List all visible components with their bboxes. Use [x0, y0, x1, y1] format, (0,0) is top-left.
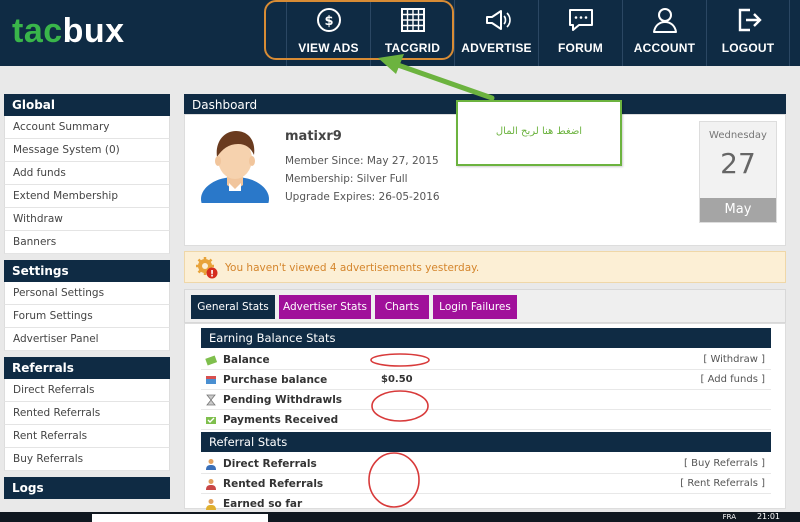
sidebar-item-message-system[interactable]: Message System (0) [4, 139, 170, 162]
nav-forum-label: FORUM [558, 41, 603, 55]
sidebar-group-settings: Settings Personal Settings Forum Setting… [4, 260, 170, 351]
logo-text-bux: bux [62, 12, 125, 50]
tab-general-stats[interactable]: General Stats [191, 295, 275, 319]
sidebar-item-extend-membership[interactable]: Extend Membership [4, 185, 170, 208]
tab-login-failures[interactable]: Login Failures [433, 295, 517, 319]
stat-row-earned-so-far: Earned so far [201, 494, 771, 514]
username: matixr9 [285, 129, 342, 144]
person-icon [206, 459, 216, 470]
alert-text: You haven't viewed 4 advertisements yest… [225, 262, 480, 274]
stat-row-balance: Balance [ Withdraw ] [201, 350, 771, 370]
stats-tabs: General Stats Advertiser Stats Charts Lo… [184, 289, 786, 323]
highlight-annotation [264, 0, 454, 60]
money-icon [205, 355, 217, 366]
rent-referrals-link[interactable]: [ Rent Referrals ] [680, 478, 765, 489]
purchase-icon [206, 376, 216, 384]
person-money-icon [206, 499, 216, 510]
stat-value: $0.50 [381, 374, 413, 385]
withdraw-link[interactable]: [ Withdraw ] [703, 354, 765, 365]
sidebar-group-logs: Logs [4, 477, 170, 499]
date-calendar-widget: Wednesday 27 May [699, 121, 777, 223]
payment-received-icon [206, 417, 216, 424]
person-icon [206, 479, 216, 490]
sidebar-item-rented-referrals[interactable]: Rented Referrals [4, 402, 170, 425]
sidebar-item-buy-referrals[interactable]: Buy Referrals [4, 448, 170, 471]
sidebar-item-advertiser-panel[interactable]: Advertiser Panel [4, 328, 170, 351]
nav-logout-label: LOGOUT [721, 41, 775, 55]
nav-advertise[interactable]: ADVERTISE [454, 0, 538, 66]
nav-account[interactable]: ACCOUNT [622, 0, 706, 66]
sidebar-heading: Settings [4, 260, 170, 282]
stat-label: Direct Referrals [223, 458, 317, 470]
alert-banner: ! You haven't viewed 4 advertisements ye… [184, 251, 786, 283]
stats-panel: Earning Balance Stats Balance [ Withdraw… [184, 323, 786, 510]
page-content: Global Account Summary Message System (0… [0, 66, 800, 512]
sidebar-item-banners[interactable]: Banners [4, 231, 170, 254]
calendar-month: May [700, 198, 776, 222]
taskbar-search-box[interactable] [92, 514, 268, 522]
nav-forum[interactable]: FORUM [538, 0, 622, 66]
megaphone-icon [485, 10, 511, 30]
stat-row-rented-referrals: Rented Referrals [ Rent Referrals ] [201, 474, 771, 494]
nav-account-label: ACCOUNT [633, 41, 696, 55]
annotation-callout: اضغط هنا لربح المال [456, 100, 622, 166]
gear-warning-icon: ! [196, 257, 218, 280]
callout-text: اضغط هنا لربح المال [495, 126, 583, 137]
tacbux-logo[interactable]: tacbux [12, 12, 125, 51]
upgrade-expires: Upgrade Expires: 26-05-2016 [285, 191, 440, 203]
user-icon [652, 8, 677, 33]
stat-label: Payments Received [223, 414, 339, 426]
sidebar-item-forum-settings[interactable]: Forum Settings [4, 305, 170, 328]
stat-label: Pending Withdrawls [223, 394, 343, 406]
avatar [201, 131, 269, 203]
sidebar: Global Account Summary Message System (0… [4, 94, 170, 505]
tab-charts[interactable]: Charts [375, 295, 429, 319]
stat-row-pending-withdrawls: Pending Withdrawls [201, 390, 771, 410]
stat-row-payments-received: Payments Received [201, 410, 771, 430]
stat-label: Rented Referrals [223, 478, 324, 490]
sidebar-item-direct-referrals[interactable]: Direct Referrals [4, 379, 170, 402]
sidebar-group-referrals: Referrals Direct Referrals Rented Referr… [4, 357, 170, 471]
sidebar-item-account-summary[interactable]: Account Summary [4, 116, 170, 139]
nav-logout[interactable]: LOGOUT [706, 0, 790, 66]
svg-text:!: ! [210, 270, 214, 280]
section-referral-stats: Referral Stats [201, 432, 771, 452]
buy-referrals-link[interactable]: [ Buy Referrals ] [684, 458, 765, 469]
stat-row-direct-referrals: Direct Referrals [ Buy Referrals ] [201, 454, 771, 474]
stat-row-purchase-balance: Purchase balance $0.50 [ Add funds ] [201, 370, 771, 390]
member-since: Member Since: May 27, 2015 [285, 155, 439, 167]
membership-type: Membership: Silver Full [285, 173, 408, 185]
add-funds-link[interactable]: [ Add funds ] [701, 374, 765, 385]
tab-advertiser-stats[interactable]: Advertiser Stats [279, 295, 371, 319]
sidebar-heading: Referrals [4, 357, 170, 379]
calendar-day: 27 [720, 147, 756, 180]
sidebar-item-personal-settings[interactable]: Personal Settings [4, 282, 170, 305]
logo-text-tac: tac [12, 12, 63, 50]
chat-bubble-icon [568, 9, 593, 31]
stat-label: Earned so far [223, 498, 303, 510]
sidebar-heading: Global [4, 94, 170, 116]
logout-icon [738, 8, 762, 32]
sidebar-group-global: Global Account Summary Message System (0… [4, 94, 170, 254]
os-taskbar: FRA 21:01 [0, 512, 800, 522]
taskbar-clock: 21:01 [756, 512, 780, 521]
nav-advertise-label: ADVERTISE [461, 41, 532, 55]
calendar-weekday: Wednesday [709, 130, 767, 141]
stat-label: Balance [223, 354, 270, 366]
sidebar-item-rent-referrals[interactable]: Rent Referrals [4, 425, 170, 448]
sidebar-item-withdraw[interactable]: Withdraw [4, 208, 170, 231]
stat-label: Purchase balance [223, 374, 328, 386]
sidebar-heading: Logs [4, 477, 170, 499]
sidebar-item-add-funds[interactable]: Add funds [4, 162, 170, 185]
hourglass-icon [206, 394, 216, 406]
section-earning-balance-stats: Earning Balance Stats [201, 328, 771, 348]
input-language[interactable]: FRA [723, 512, 736, 522]
top-navigation-bar: tacbux $ VIEW ADS TACGRID ADVERTISE FORU… [0, 0, 800, 66]
